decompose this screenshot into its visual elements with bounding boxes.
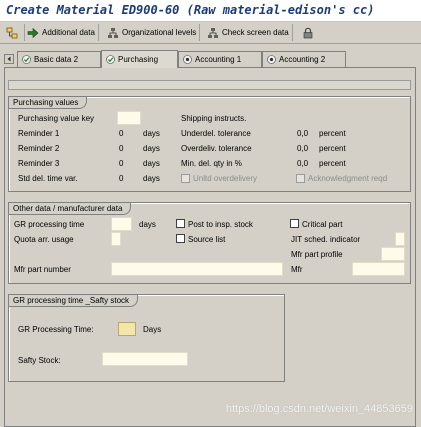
std-del-time-var-label: Std del. time var. (18, 174, 78, 183)
mfr-part-profile-label: Mfr part profile (291, 250, 343, 259)
reminder-1-label: Reminder 1 (18, 129, 60, 138)
tab-basic-data-2[interactable]: Basic data 2 (17, 51, 101, 67)
mfr-part-number-label: Mfr part number (14, 265, 71, 274)
mfr-field[interactable] (352, 262, 405, 276)
org-levels-icon (107, 27, 119, 39)
lock-button[interactable] (299, 24, 320, 41)
reminder-1-value[interactable]: 0 (119, 129, 123, 138)
tab-label: Purchasing (118, 55, 159, 64)
gr-processing-time-unit: days (139, 220, 156, 229)
header-strip (8, 80, 411, 90)
source-list-label: Source list (188, 235, 226, 244)
critical-part-checkbox[interactable] (290, 219, 299, 228)
shipping-instructs-label: Shipping instructs. (181, 114, 247, 123)
reminder-2-unit: days (143, 144, 160, 153)
additional-data-label: Additional data (42, 28, 95, 37)
check-screen-data-button[interactable]: Check screen data (204, 24, 293, 41)
tab-purchasing[interactable]: Purchasing (101, 50, 178, 68)
check-icon (22, 55, 31, 64)
critical-part-label: Critical part (302, 220, 343, 229)
purchasing-value-key-label: Purchasing value key (18, 114, 95, 123)
mfr-part-number-field[interactable] (111, 262, 283, 276)
purchasing-value-key-field[interactable] (117, 111, 141, 125)
gr-processing-time-custom-unit: Days (143, 325, 162, 334)
additional-data-button[interactable]: Additional data (24, 24, 99, 41)
reminder-3-value[interactable]: 0 (119, 159, 123, 168)
overdeliv-tolerance-unit: percent (319, 144, 346, 153)
acknowledgment-reqd-label: Acknowledgment reqd (308, 174, 388, 183)
purchasing-values-title: Purchasing values (9, 97, 88, 109)
tab-accounting-1[interactable]: Accounting 1 (178, 51, 262, 67)
underdel-tolerance-value[interactable]: 0,0 (297, 129, 308, 138)
underdel-tolerance-unit: percent (319, 129, 346, 138)
post-to-insp-stock-checkbox[interactable] (176, 219, 185, 228)
acknowledgment-reqd-checkbox[interactable] (296, 174, 305, 183)
min-del-qty-value[interactable]: 0,0 (297, 159, 308, 168)
gr-processing-time-label: GR processing time (14, 220, 85, 229)
jit-sched-indicator-field[interactable] (395, 232, 405, 246)
mfr-part-profile-field[interactable] (381, 247, 405, 261)
hierarchy-button[interactable] (3, 24, 25, 41)
tab-label: Accounting 2 (279, 55, 326, 64)
std-del-time-var-unit: days (143, 174, 160, 183)
reminder-3-unit: days (143, 159, 160, 168)
jit-sched-indicator-label: JIT sched. indicator (291, 235, 361, 244)
reminder-1-unit: days (143, 129, 160, 138)
mfr-label: Mfr (291, 265, 303, 274)
std-del-time-var-value[interactable]: 0 (119, 174, 123, 183)
record-icon (183, 55, 192, 64)
check-icon (106, 55, 115, 64)
unltd-overdelivery-label: Unltd overdelivery (193, 174, 258, 183)
source-list-checkbox[interactable] (176, 234, 185, 243)
overdeliv-tolerance-value[interactable]: 0,0 (297, 144, 308, 153)
min-del-qty-unit: percent (319, 159, 346, 168)
safety-stock-label: Safty Stock: (18, 356, 61, 365)
underdel-tolerance-label: Underdel. tolerance (181, 129, 251, 138)
gr-safety-stock-group (8, 294, 285, 382)
window-title: Create Material ED900-60 (Raw material-e… (6, 3, 375, 17)
record-icon (267, 55, 276, 64)
arrow-right-icon (27, 27, 39, 39)
tab-label: Basic data 2 (34, 55, 79, 64)
lock-icon (302, 27, 314, 39)
organizational-levels-button[interactable]: Organizational levels (104, 24, 201, 41)
gr-safety-stock-title: GR processing time _Safty stock (9, 295, 139, 307)
gr-processing-time-custom-label: GR Processing Time: (18, 325, 94, 334)
other-data-title: Other data / manufacturer data (9, 203, 132, 215)
tab-label: Accounting 1 (195, 55, 242, 64)
watermark: https://blog.csdn.net/weixin_44853659 (225, 403, 413, 415)
quota-arr-usage-label: Quota arr. usage (14, 235, 74, 244)
overdeliv-tolerance-label: Overdeliv. tolerance (181, 144, 252, 153)
reminder-2-value[interactable]: 0 (119, 144, 123, 153)
gr-processing-time-field[interactable] (111, 217, 132, 231)
unltd-overdelivery-checkbox[interactable] (181, 174, 190, 183)
organizational-levels-label: Organizational levels (122, 28, 197, 37)
tab-scroll-left-button[interactable] (4, 54, 14, 64)
reminder-3-label: Reminder 3 (18, 159, 60, 168)
post-to-insp-stock-label: Post to insp. stock (188, 220, 253, 229)
gr-processing-time-custom-field[interactable] (118, 322, 136, 336)
reminder-2-label: Reminder 2 (18, 144, 60, 153)
org-levels-icon (207, 27, 219, 39)
hierarchy-icon (6, 27, 18, 39)
safety-stock-field[interactable] (102, 352, 188, 366)
tab-accounting-2[interactable]: Accounting 2 (262, 51, 346, 67)
min-del-qty-label: Min. del. qty in % (181, 159, 242, 168)
check-screen-data-label: Check screen data (222, 28, 289, 37)
quota-arr-usage-field[interactable] (111, 232, 121, 246)
